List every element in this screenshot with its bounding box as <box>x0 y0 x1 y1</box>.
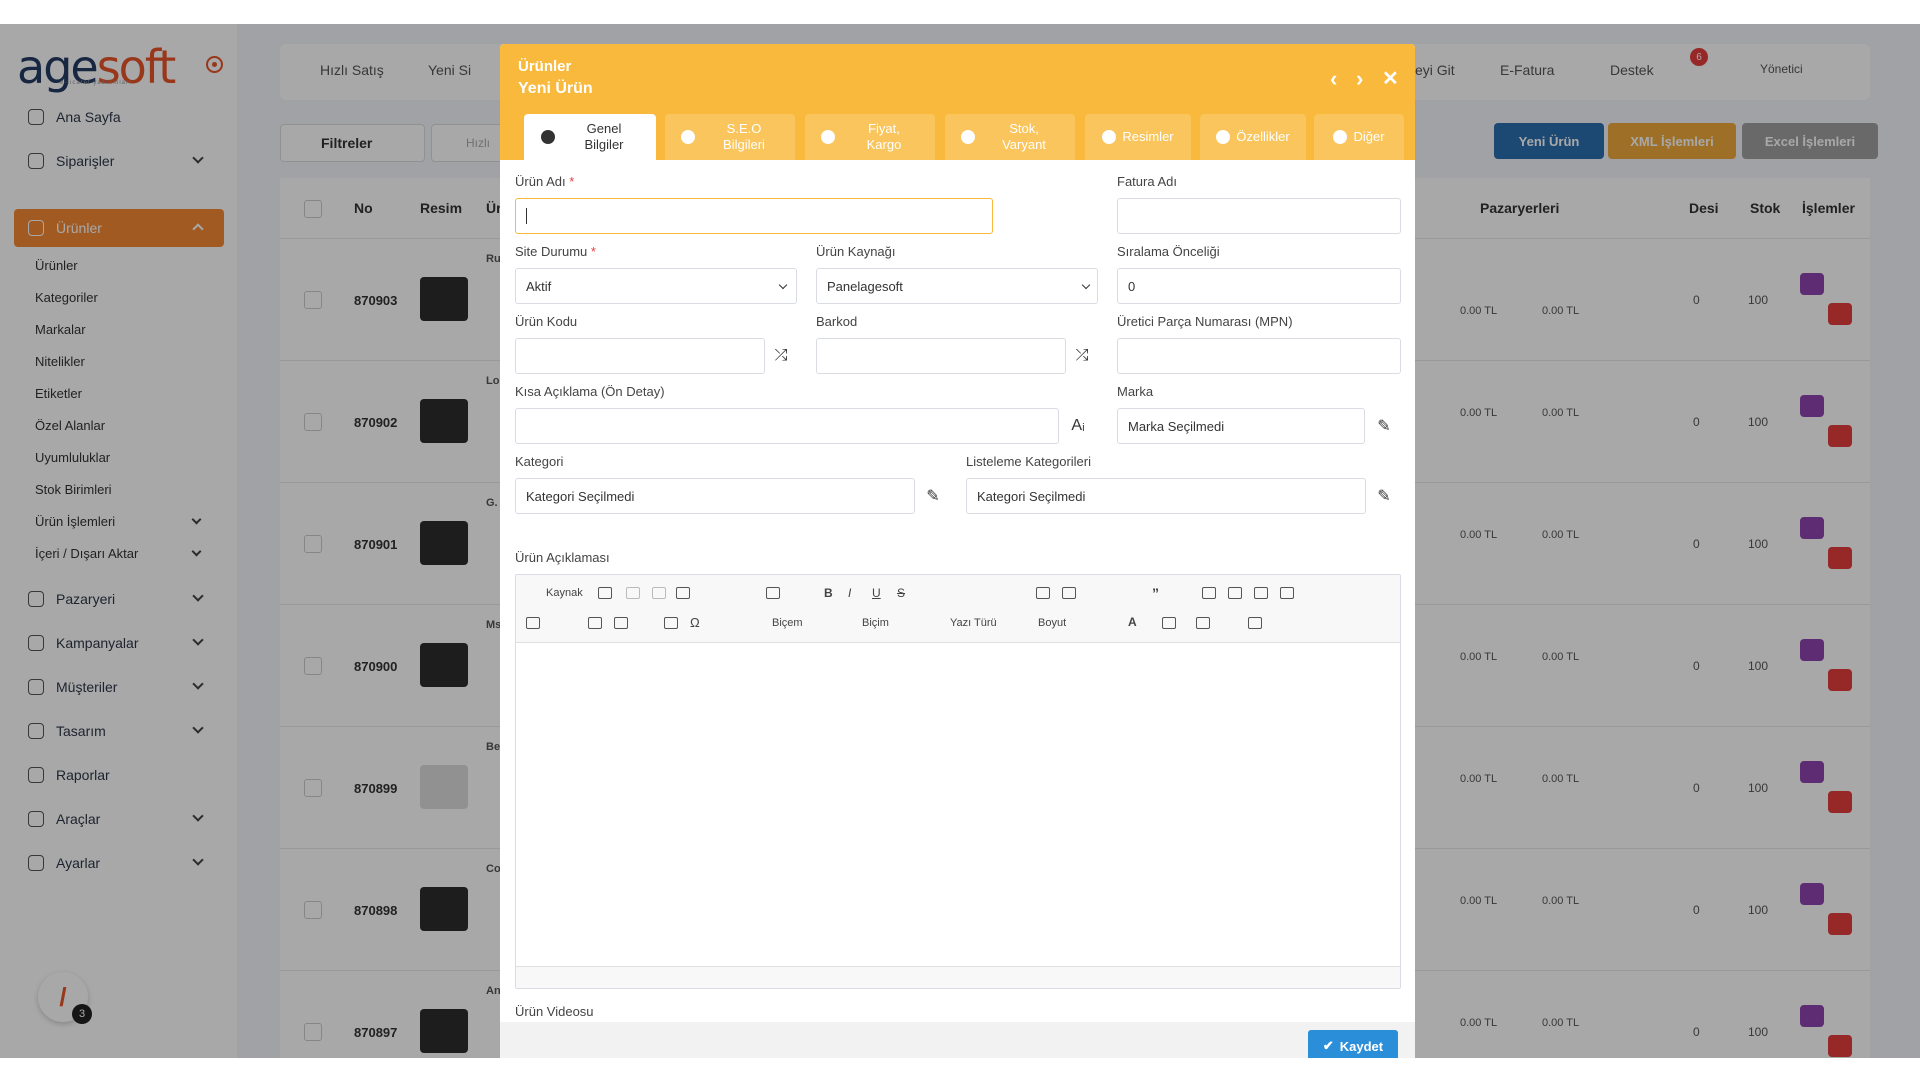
tab-other[interactable]: Diğer <box>1314 114 1404 160</box>
close-icon[interactable]: ✕ <box>1382 66 1399 91</box>
size-dropdown[interactable]: Boyut <box>1038 617 1066 629</box>
align-right-icon[interactable] <box>1254 587 1268 599</box>
text-caret <box>526 208 527 224</box>
category-input[interactable]: Kategori Seçilmedi <box>515 478 915 514</box>
barcode-label: Barkod <box>816 314 858 329</box>
paste-icon[interactable] <box>676 587 690 599</box>
strike-icon[interactable]: S <box>897 586 905 600</box>
source-select[interactable]: Panelagesoft <box>816 268 1098 304</box>
edit-icon[interactable]: ✎ <box>1368 408 1400 444</box>
modal-title: Ürünler <box>518 58 572 75</box>
tab-price[interactable]: Fiyat, Kargo <box>805 114 935 160</box>
edit-icon[interactable]: ✎ <box>1368 478 1400 514</box>
copy-icon[interactable] <box>652 587 666 599</box>
tab-features[interactable]: Özellikler <box>1200 114 1306 160</box>
short-desc-label: Kısa Açıklama (Ön Detay) <box>515 384 665 399</box>
shuffle-icon[interactable]: ⤮ <box>765 338 797 374</box>
tab-images[interactable]: Resimler <box>1085 114 1191 160</box>
link-icon[interactable] <box>526 617 540 629</box>
priority-label: Sıralama Önceliği <box>1117 244 1220 259</box>
invoice-name-input[interactable] <box>1117 198 1401 234</box>
edit-icon[interactable]: ✎ <box>917 478 949 514</box>
rich-text-editor[interactable]: Kaynak B I U S ” Ω Biçem Biçim Yazı Türü… <box>515 574 1401 989</box>
ai-icon[interactable] <box>1248 617 1262 629</box>
underline-icon[interactable]: U <box>872 586 881 600</box>
chevron-left-icon[interactable]: ‹ <box>1330 66 1337 92</box>
modal-footer <box>500 1022 1415 1058</box>
gears-icon <box>1333 130 1348 144</box>
sort-icon <box>961 130 975 144</box>
editor-toolbar: Kaynak B I U S ” Ω Biçem Biçim Yazı Türü… <box>516 575 1400 643</box>
search-icon <box>681 130 695 144</box>
modal-subtitle: Yeni Ürün <box>518 80 593 97</box>
site-status-select[interactable]: Aktif <box>515 268 797 304</box>
product-name-label: Ürün Adı * <box>515 174 575 189</box>
video-label: Ürün Videosu <box>515 1004 594 1019</box>
mpn-label: Üretici Parça Numarası (MPN) <box>1117 314 1293 329</box>
ordered-list-icon[interactable] <box>1036 587 1050 599</box>
priority-input[interactable]: 0 <box>1117 268 1401 304</box>
smiley-icon[interactable] <box>664 617 678 629</box>
site-status-label: Site Durumu * <box>515 244 596 259</box>
editor-statusbar <box>516 966 1400 988</box>
tag-icon <box>821 130 835 144</box>
italic-icon[interactable]: I <box>848 586 851 600</box>
info-icon <box>541 130 555 144</box>
list-icon <box>1216 130 1231 144</box>
category-label: Kategori <box>515 454 564 469</box>
source-label: Ürün Kaynağı <box>816 244 896 259</box>
bg-color-icon[interactable] <box>1162 617 1176 629</box>
tab-general[interactable]: Genel Bilgiler <box>524 114 656 160</box>
new-product-modal: Ürünler Yeni Ürün ‹ › ✕ Genel Bilgiler S… <box>500 44 1415 1058</box>
product-code-label: Ürün Kodu <box>515 314 578 329</box>
list-categories-label: Listeleme Kategorileri <box>966 454 1092 469</box>
quote-icon[interactable]: ” <box>1152 585 1159 601</box>
format-dropdown[interactable]: Biçim <box>862 617 889 629</box>
align-center-icon[interactable] <box>1228 587 1242 599</box>
maximize-icon[interactable] <box>1196 617 1210 629</box>
print-icon[interactable] <box>598 587 612 599</box>
align-justify-icon[interactable] <box>1280 587 1294 599</box>
product-code-input[interactable] <box>515 338 765 374</box>
omega-icon[interactable]: Ω <box>690 615 700 630</box>
mpn-input[interactable] <box>1117 338 1401 374</box>
barcode-input[interactable] <box>816 338 1066 374</box>
image-icon <box>1102 130 1117 144</box>
description-label: Ürün Açıklaması <box>515 550 610 565</box>
modal-header: Ürünler Yeni Ürün ‹ › ✕ Genel Bilgiler S… <box>500 44 1415 160</box>
bold-icon[interactable]: B <box>824 586 833 600</box>
list-categories-input[interactable]: Kategori Seçilmedi <box>966 478 1366 514</box>
bullet-list-icon[interactable] <box>1062 587 1076 599</box>
font-dropdown[interactable]: Yazı Türü <box>950 617 997 629</box>
brand-input[interactable]: Marka Seçilmedi <box>1117 408 1365 444</box>
source-button[interactable]: Kaynak <box>546 587 583 599</box>
product-name-input[interactable] <box>515 198 993 234</box>
brand-label: Marka <box>1117 384 1154 399</box>
style-dropdown[interactable]: Biçem <box>772 617 803 629</box>
cut-icon[interactable] <box>626 587 640 599</box>
tab-seo[interactable]: S.E.O Bilgileri <box>665 114 795 160</box>
text-color-icon[interactable]: A <box>1128 615 1137 629</box>
ai-text-icon[interactable]: Aᵢ <box>1062 408 1094 444</box>
invoice-name-label: Fatura Adı <box>1117 174 1177 189</box>
short-desc-input[interactable] <box>515 408 1059 444</box>
chevron-right-icon[interactable]: › <box>1356 66 1363 92</box>
check-icon: ✔ <box>1322 1038 1334 1053</box>
image-icon[interactable] <box>588 617 602 629</box>
app-window: agesoft e-ticaret yazılımları Ana Sayfa … <box>0 24 1920 1058</box>
save-button[interactable]: ✔ Kaydet <box>1308 1030 1398 1058</box>
shuffle-icon[interactable]: ⤮ <box>1066 338 1098 374</box>
find-icon[interactable] <box>766 587 780 599</box>
align-left-icon[interactable] <box>1202 587 1216 599</box>
table-icon[interactable] <box>614 617 628 629</box>
tab-stock[interactable]: Stok, Varyant <box>945 114 1075 160</box>
